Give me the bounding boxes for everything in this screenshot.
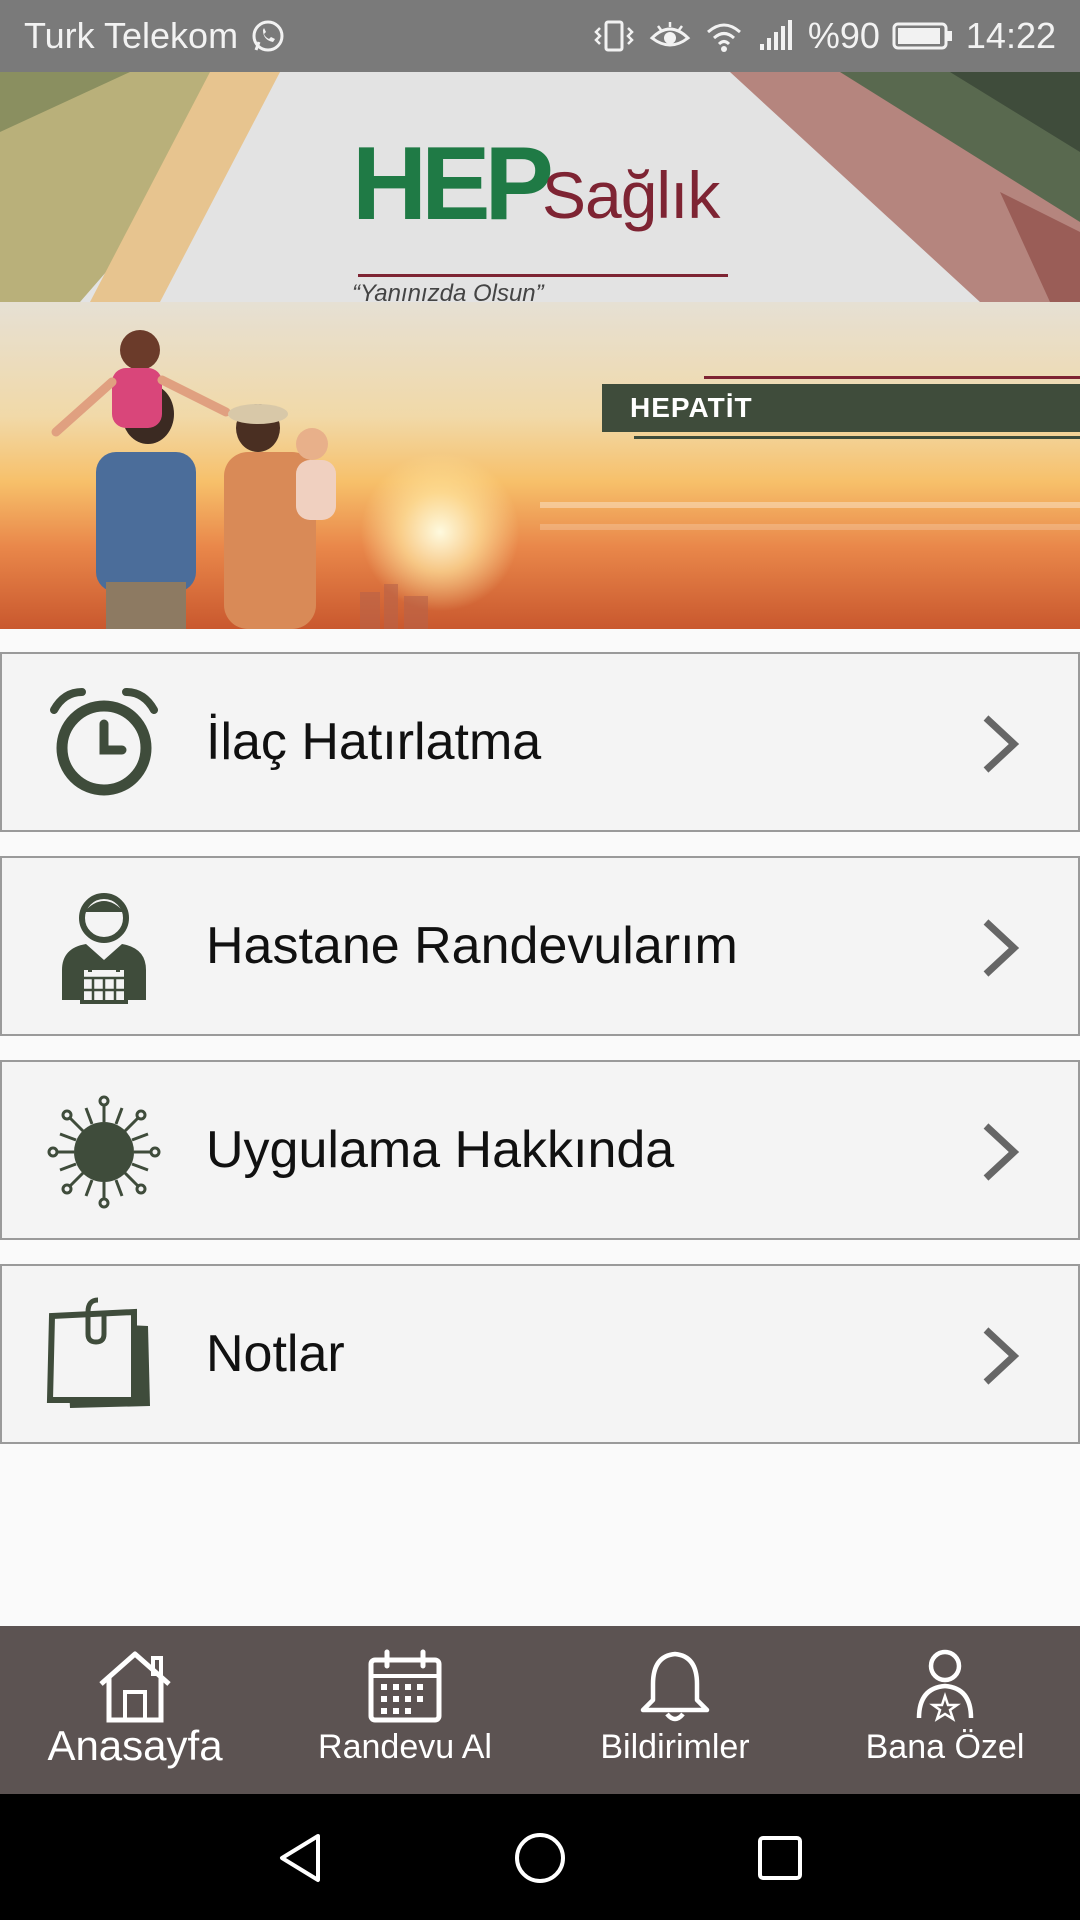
banner-tag: HEPATİT [602, 384, 1080, 432]
nav-item-randevu-al[interactable]: Randevu Al [270, 1626, 540, 1794]
menu-item-label: Uygulama Hakkında [206, 1121, 675, 1179]
chevron-right-icon [978, 1120, 1022, 1184]
signal-icon [756, 18, 796, 54]
app-header: HEP Sağlık “Yanınızda Olsun” [0, 72, 1080, 302]
chevron-right-icon [978, 1324, 1022, 1388]
notes-icon [44, 1296, 164, 1416]
hero-banner[interactable]: HEPATİT [0, 302, 1080, 629]
alarm-clock-icon [44, 684, 164, 804]
chevron-right-icon [978, 916, 1022, 980]
recent-apps-icon[interactable] [750, 1828, 810, 1888]
logo-slogan: “Yanınızda Olsun” [352, 280, 544, 302]
eye-comfort-icon [648, 18, 692, 54]
nav-item-anasayfa[interactable]: Anasayfa [0, 1626, 270, 1794]
menu-item-ilac-hatirlatma[interactable]: İlaç Hatırlatma [0, 652, 1080, 832]
nav-label: Randevu Al [318, 1728, 492, 1766]
main-menu: İlaç Hatırlatma Hastane Randevularım Uyg… [0, 652, 1080, 1468]
logo-saglik: Sağlık [542, 158, 720, 232]
menu-item-label: İlaç Hatırlatma [206, 713, 542, 771]
battery-level: %90 [807, 15, 880, 56]
carrier-name: Turk Telekom [24, 15, 239, 56]
status-bar: Turk Telekom %90 14:22 [0, 0, 1080, 72]
menu-item-label: Notlar [206, 1325, 345, 1383]
app-logo: HEP Sağlık “Yanınızda Olsun” [352, 126, 732, 302]
calendar-icon [368, 1649, 442, 1723]
whatsapp-icon [250, 18, 286, 54]
menu-item-hastane-randevularim[interactable]: Hastane Randevularım [0, 856, 1080, 1036]
nav-label: Bana Özel [865, 1728, 1025, 1766]
menu-item-notlar[interactable]: Notlar [0, 1264, 1080, 1444]
family-silhouette-image [51, 330, 428, 629]
wifi-icon [704, 18, 744, 54]
home-icon [99, 1651, 171, 1723]
doctor-calendar-icon [44, 888, 164, 1008]
chevron-right-icon [978, 712, 1022, 776]
system-navigation-bar [0, 1794, 1080, 1920]
nav-item-bildirimler[interactable]: Bildirimler [540, 1626, 810, 1794]
nav-label: Anasayfa [47, 1722, 223, 1769]
battery-icon [892, 20, 954, 52]
menu-item-uygulama-hakkinda[interactable]: Uygulama Hakkında [0, 1060, 1080, 1240]
back-icon[interactable] [270, 1828, 330, 1888]
home-circle-icon[interactable] [510, 1828, 570, 1888]
menu-item-label: Hastane Randevularım [206, 917, 738, 975]
virus-icon [44, 1092, 164, 1212]
logo-hep: HEP [352, 126, 554, 242]
logo-underline [358, 274, 728, 277]
vibrate-icon [592, 18, 636, 54]
user-star-icon [916, 1649, 974, 1722]
clock: 14:22 [965, 15, 1056, 56]
bell-icon [640, 1651, 710, 1722]
nav-label: Bildirimler [600, 1728, 750, 1766]
bottom-navigation: Anasayfa Randevu Al Bildirimler Bana Öze… [0, 1626, 1080, 1794]
nav-item-bana-ozel[interactable]: Bana Özel [810, 1626, 1080, 1794]
